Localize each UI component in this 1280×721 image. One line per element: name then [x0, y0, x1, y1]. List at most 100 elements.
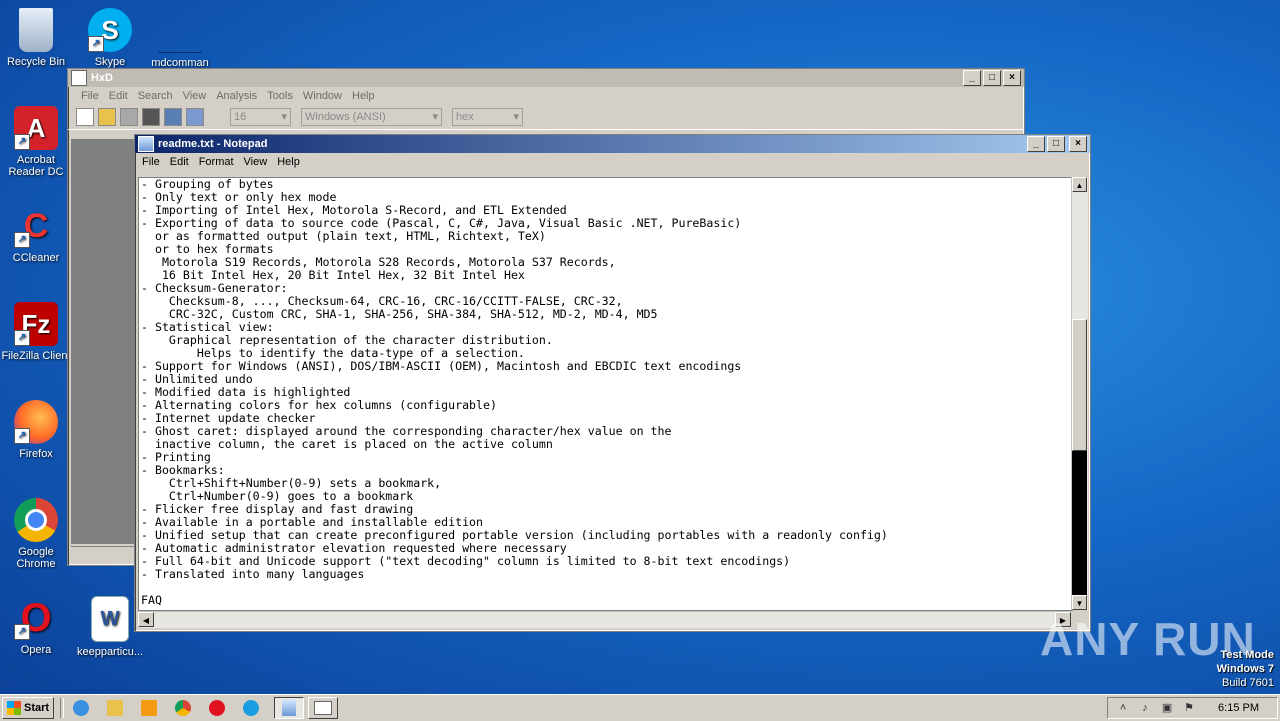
clock[interactable]: 6:15 PM: [1218, 702, 1259, 714]
new-file-icon[interactable]: [76, 108, 94, 126]
shortcut-arrow-icon: ↗: [88, 36, 104, 52]
minimize-button[interactable]: _: [1027, 136, 1045, 152]
chrome-icon: [14, 498, 58, 542]
notepad-app-icon: [138, 136, 154, 152]
vertical-scrollbar[interactable]: ▲ ▼: [1071, 177, 1088, 610]
open-ram-icon[interactable]: [164, 108, 182, 126]
taskbar: Start ˄ ♪ ▣ ⚑ 6:15 PM: [0, 694, 1280, 721]
menu-edit[interactable]: Edit: [165, 156, 194, 168]
taskbar-notepad[interactable]: [274, 697, 305, 719]
folder-icon: [107, 700, 124, 716]
notepad-title: readme.txt - Notepad: [158, 138, 268, 150]
hxd-icon: [314, 701, 333, 715]
desktop-icon-label: CCleaner: [12, 252, 60, 264]
close-button[interactable]: ×: [1069, 136, 1087, 152]
minimize-button[interactable]: _: [963, 70, 981, 86]
quicklaunch-ie[interactable]: [70, 698, 92, 718]
desktop-icon-label: Recycle Bin: [6, 56, 66, 68]
network-icon[interactable]: ▣: [1160, 702, 1174, 714]
firefox-icon: ↗: [14, 400, 58, 444]
desktop-icon-label: Opera: [20, 644, 52, 656]
action-center-flag-icon[interactable]: ⚑: [1182, 702, 1196, 714]
shortcut-arrow-icon: ↗: [14, 330, 30, 346]
menu-view[interactable]: View: [239, 156, 273, 168]
menu-window[interactable]: Window: [298, 90, 347, 102]
quicklaunch-opera[interactable]: [206, 698, 228, 718]
bytes-per-row-select[interactable]: 16: [230, 108, 291, 126]
media-player-icon: [141, 700, 158, 716]
windows-logo-icon: [7, 701, 21, 715]
open-drive-icon[interactable]: [186, 108, 204, 126]
hxd-statusbar: [71, 546, 137, 561]
opera-icon: [209, 700, 226, 716]
desktop-icon-ccleaner[interactable]: C ↗ CCleaner: [0, 204, 72, 265]
taskbar-hxd[interactable]: [308, 697, 339, 719]
scroll-left-button[interactable]: ◀: [138, 612, 154, 627]
shortcut-arrow-icon: ↗: [14, 134, 30, 150]
menu-help[interactable]: Help: [272, 156, 305, 168]
scroll-thumb[interactable]: [1072, 319, 1087, 451]
hxd-app-icon: [71, 70, 87, 86]
desktop-icon-label: Firefox: [19, 448, 53, 460]
scroll-down-button[interactable]: ▼: [1072, 595, 1087, 610]
menu-view[interactable]: View: [178, 90, 212, 102]
recycle-bin-icon: [19, 8, 53, 52]
menu-help[interactable]: Help: [347, 90, 380, 102]
menu-file[interactable]: File: [76, 90, 104, 102]
notepad-titlebar[interactable]: readme.txt - Notepad _ □ ×: [135, 135, 1090, 153]
horizontal-scrollbar[interactable]: ◀ ▶: [138, 611, 1071, 628]
volume-icon[interactable]: ♪: [1138, 702, 1152, 714]
quicklaunch-chrome[interactable]: [172, 698, 194, 718]
save-icon[interactable]: [120, 108, 138, 126]
word-doc-icon: W: [91, 596, 129, 642]
desktop-icon-acrobat[interactable]: A ↗ Acrobat Reader DC: [0, 106, 72, 178]
desktop-icon-label: Google Chrome: [16, 546, 56, 570]
open-disk-icon[interactable]: [142, 108, 160, 126]
menu-file[interactable]: File: [137, 156, 165, 168]
notepad-menubar: File Edit Format View Help: [135, 153, 1090, 171]
system-tray: ˄ ♪ ▣ ⚑ 6:15 PM: [1107, 697, 1278, 719]
open-folder-icon[interactable]: [98, 108, 116, 126]
skype-icon: S ↗: [88, 8, 132, 52]
file-icon: [158, 8, 202, 53]
desktop-icon-filezilla[interactable]: Fz ↗ FileZilla Client: [0, 302, 72, 362]
desktop-icon-firefox[interactable]: ↗ Firefox: [0, 400, 72, 460]
desktop-icon-recycle-bin[interactable]: Recycle Bin: [0, 8, 72, 68]
internet-explorer-icon: [73, 700, 90, 716]
offset-base-select[interactable]: hex: [452, 108, 523, 126]
notepad-icon: [282, 700, 297, 716]
desktop-icon-opera[interactable]: O ↗ Opera: [0, 596, 72, 656]
menu-tools[interactable]: Tools: [262, 90, 298, 102]
desktop-icon-mdcomman[interactable]: mdcomman: [144, 8, 216, 69]
desktop-icon-skype[interactable]: S ↗ Skype: [74, 8, 146, 68]
desktop-icon-chrome[interactable]: Google Chrome: [0, 498, 72, 570]
tray-expand-icon[interactable]: ˄: [1116, 702, 1130, 714]
shortcut-arrow-icon: ↗: [14, 232, 30, 248]
acrobat-icon: A ↗: [14, 106, 58, 150]
hxd-title: HxD: [91, 72, 114, 84]
taskbar-separator: [60, 698, 65, 718]
hxd-workspace: [71, 139, 137, 544]
text-editor[interactable]: - Grouping of bytes - Only text or only …: [138, 177, 1073, 611]
shortcut-arrow-icon: ↗: [14, 428, 30, 444]
close-button[interactable]: ×: [1003, 70, 1021, 86]
notepad-window[interactable]: readme.txt - Notepad _ □ × File Edit For…: [134, 134, 1091, 632]
menu-format[interactable]: Format: [194, 156, 239, 168]
menu-analysis[interactable]: Analysis: [211, 90, 262, 102]
charset-select[interactable]: Windows (ANSI): [301, 108, 442, 126]
opera-icon: O ↗: [14, 596, 58, 640]
quicklaunch-edge[interactable]: [240, 698, 262, 718]
quicklaunch-media[interactable]: [138, 698, 160, 718]
hxd-titlebar[interactable]: HxD _ □ ×: [68, 69, 1024, 87]
start-button[interactable]: Start: [2, 697, 55, 719]
hxd-menubar: File Edit Search View Analysis Tools Win…: [68, 87, 1024, 105]
menu-edit[interactable]: Edit: [104, 90, 133, 102]
menu-search[interactable]: Search: [133, 90, 178, 102]
editor-content: - Grouping of bytes - Only text or only …: [141, 177, 888, 607]
scroll-up-button[interactable]: ▲: [1072, 177, 1087, 192]
maximize-button[interactable]: □: [983, 70, 1001, 86]
shortcut-arrow-icon: ↗: [14, 624, 30, 640]
quicklaunch-explorer[interactable]: [104, 698, 126, 718]
desktop-icon-label: Skype: [94, 56, 126, 68]
maximize-button[interactable]: □: [1047, 136, 1065, 152]
